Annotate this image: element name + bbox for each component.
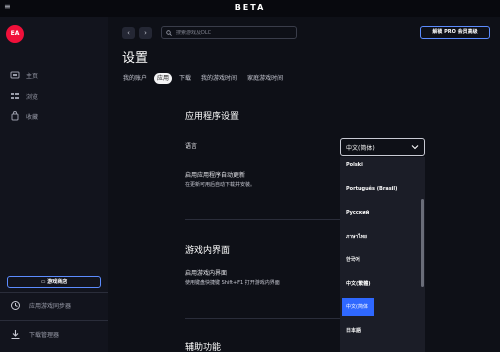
language-option-korean[interactable]: 한국어 [346, 256, 360, 264]
chevron-down-icon [411, 145, 419, 150]
main-content: ‹ › 解锁 PRO 会员高级 设置 我的账户 应用 下载 我的游戏时间 家庭游… [108, 17, 500, 352]
tab-my-playtime[interactable]: 我的游戏时间 [198, 73, 240, 84]
accessibility-heading: 辅助功能 [185, 343, 222, 352]
search-icon [166, 29, 172, 36]
tab-downloads[interactable]: 下载 [176, 73, 194, 84]
back-button[interactable]: ‹ [122, 27, 135, 39]
sidebar-divider [0, 292, 108, 293]
auto-update-label: 启用应用程序自动更新 [185, 172, 246, 179]
forward-button[interactable]: › [139, 27, 152, 39]
language-select-value: 中文(简体) [346, 144, 375, 152]
settings-tabs: 我的账户 应用 下载 我的游戏时间 家庭游戏时间 [120, 73, 286, 84]
search-input[interactable] [176, 29, 286, 36]
tab-family-playtime[interactable]: 家庭游戏时间 [244, 73, 286, 84]
tab-app[interactable]: 应用 [154, 73, 173, 84]
pro-membership-button[interactable]: 解锁 PRO 会员高级 [420, 26, 490, 39]
download-icon [11, 330, 20, 340]
language-option-polski[interactable]: Polski [346, 161, 363, 169]
list-icon [11, 93, 19, 99]
sidebar-item-home[interactable]: 主页 [10, 69, 38, 81]
game-store-button[interactable]: ▭ 游戏商店 [7, 276, 101, 288]
sidebar-item-browse[interactable]: 浏览 [10, 90, 38, 102]
language-label: 语言 [185, 143, 198, 150]
language-option-japanese[interactable]: 日本語 [346, 327, 361, 335]
language-select[interactable]: 中文(简体) [340, 138, 425, 156]
language-option-russian[interactable]: Русский [346, 209, 369, 217]
sidebar-item-label: 下载管理器 [29, 332, 60, 339]
bag-icon [11, 111, 19, 121]
page-title: 设置 [122, 51, 149, 66]
sidebar-divider [0, 320, 108, 321]
app-title: BETA [234, 3, 266, 12]
language-option-chinese-traditional[interactable]: 中文(繁體) [346, 280, 371, 288]
chevron-left-icon: ‹ [127, 29, 130, 37]
grid-icon [10, 71, 20, 79]
sidebar-item-label: 主页 [26, 72, 39, 80]
game-store-label: 游戏商店 [47, 279, 68, 285]
language-dropdown: Polski Português (Brasil) Русский ภาษาไท… [340, 157, 425, 352]
search-box[interactable] [161, 26, 297, 39]
ea-logo[interactable]: EA [6, 25, 24, 43]
sidebar-item-label: 浏览 [26, 93, 39, 101]
sync-icon [11, 301, 20, 310]
sidebar-item-label: 应用游戏同步器 [29, 303, 72, 310]
sidebar-item-collection[interactable]: 收藏 [10, 110, 38, 122]
title-bar: ≡ BETA [0, 0, 500, 17]
language-option-chinese-simplified[interactable]: 中文(简体 [342, 298, 374, 316]
dropdown-scrollbar[interactable] [421, 199, 424, 287]
sidebar-item-sync[interactable]: 应用游戏同步器 [10, 300, 71, 311]
sidebar-item-label: 收藏 [26, 113, 39, 121]
in-game-overlay-heading: 游戏内界面 [185, 246, 231, 256]
language-option-thai[interactable]: ภาษาไทย [346, 233, 367, 241]
in-game-overlay-label: 启用游戏内界面 [185, 270, 228, 277]
sidebar: EA 主页 浏览 收藏 ▭ 游戏商店 应用游戏同步器 下载管理器 [0, 17, 108, 352]
chevron-right-icon: › [144, 29, 147, 37]
tab-my-account[interactable]: 我的账户 [120, 73, 150, 84]
in-game-overlay-description: 使用键盘快捷键 Shift+F1 打开游戏内界面 [185, 280, 280, 286]
auto-update-description: 在更新可用后自动下载并安装。 [185, 182, 256, 188]
sidebar-item-downloads[interactable]: 下载管理器 [10, 329, 59, 340]
app-settings-heading: 应用程序设置 [185, 112, 240, 122]
language-option-portuguese[interactable]: Português (Brasil) [346, 185, 397, 193]
